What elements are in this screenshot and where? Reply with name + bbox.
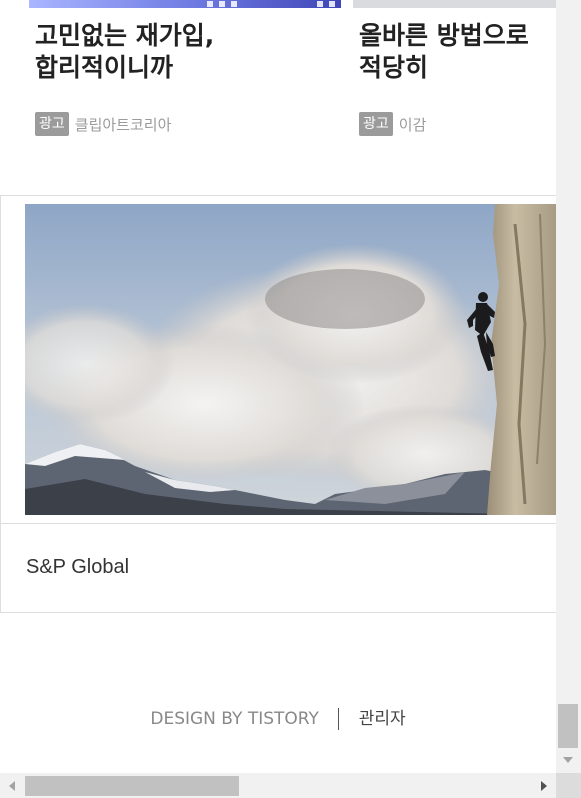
ad-sponsor[interactable]: 이감 — [399, 114, 427, 135]
admin-link[interactable]: 관리자 — [359, 709, 406, 729]
ad-card-meta: 광고 이감 — [359, 111, 426, 137]
vertical-scrollbar[interactable] — [556, 0, 581, 773]
footer: DESIGN BY TISTORY 관리자 — [0, 704, 556, 730]
horizontal-scrollbar[interactable] — [0, 773, 556, 798]
footer-separator — [338, 708, 340, 730]
display-ad[interactable]: S&P Global — [0, 195, 557, 613]
scrollbar-corner — [556, 773, 581, 798]
triangle-left-icon[interactable] — [9, 781, 15, 791]
ad-card-image[interactable] — [29, 0, 341, 8]
display-ad-image[interactable] — [25, 204, 557, 515]
triangle-down-icon[interactable] — [563, 757, 573, 763]
image-stripe — [207, 1, 213, 7]
vertical-scroll-thumb[interactable] — [558, 704, 578, 748]
image-stripe — [317, 1, 323, 7]
ad-card-title[interactable]: 올바른 방법으로 적당히 — [359, 20, 559, 84]
ad-badge: 광고 — [35, 112, 69, 136]
ad-card-meta: 광고 클립아트코리아 — [35, 111, 171, 137]
image-stripe — [329, 1, 335, 7]
image-stripe — [231, 1, 237, 7]
horizontal-scroll-thumb[interactable] — [25, 776, 239, 796]
ad-badge: 광고 — [359, 112, 393, 136]
ad-brand-name[interactable]: S&P Global — [26, 556, 129, 579]
design-credit-link[interactable]: DESIGN BY TISTORY — [150, 709, 319, 729]
ad-card-title[interactable]: 고민없는 재가입, 합리적이니까 — [35, 20, 335, 84]
triangle-right-icon[interactable] — [541, 781, 547, 791]
ad-card-image[interactable] — [353, 0, 556, 8]
ad-sponsor[interactable]: 클립아트코리아 — [75, 114, 172, 135]
image-stripe — [219, 1, 225, 7]
divider — [1, 523, 557, 524]
